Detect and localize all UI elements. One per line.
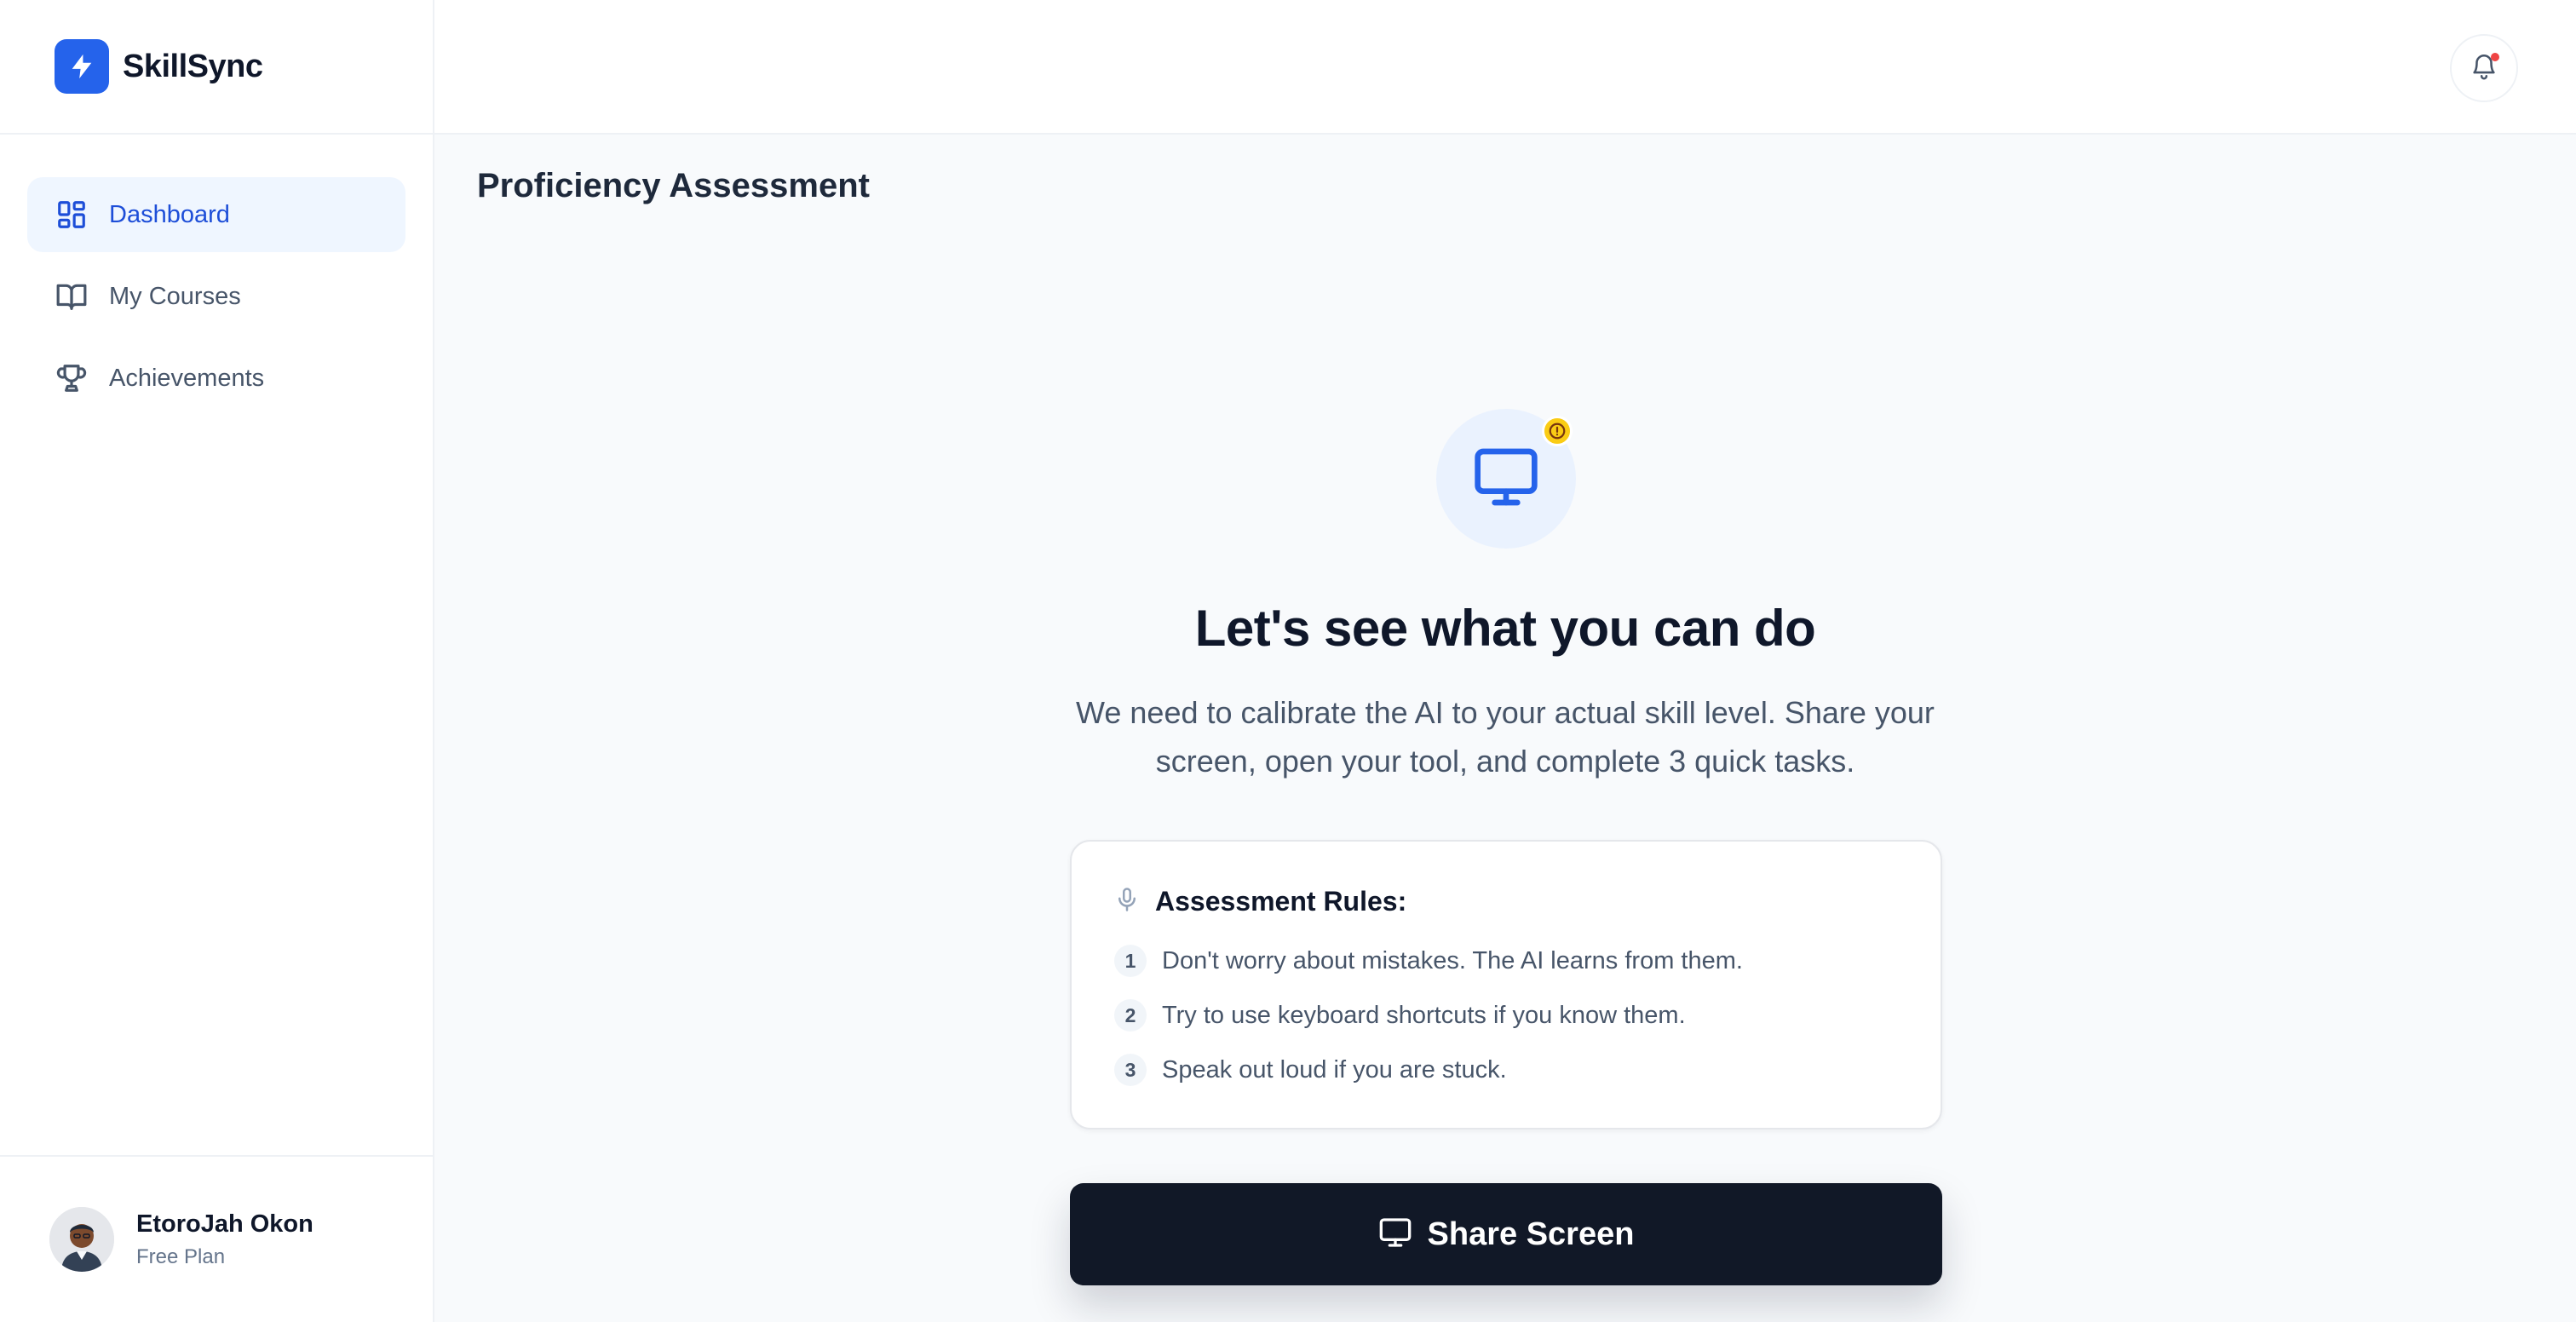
headline: Let's see what you can do bbox=[1194, 600, 1816, 657]
list-item: 1 Don't worry about mistakes. The AI lea… bbox=[1114, 944, 1743, 978]
share-screen-button[interactable]: Share Screen bbox=[1070, 1183, 1942, 1285]
app-root: SkillSync Dashboard My Courses Achieveme… bbox=[0, 0, 2576, 1322]
rules-list: 1 Don't worry about mistakes. The AI lea… bbox=[1114, 944, 1743, 1107]
main-content: Proficiency Assessment Let's see what yo… bbox=[434, 135, 2576, 1322]
rules-header: Assessment Rules: bbox=[1114, 886, 1406, 917]
sidebar-item-achievements[interactable]: Achievements bbox=[27, 341, 405, 416]
hero-icon-circle bbox=[1436, 409, 1576, 549]
sidebar-item-dashboard[interactable]: Dashboard bbox=[27, 177, 405, 252]
notifications-button[interactable] bbox=[2450, 34, 2518, 102]
rule-text: Speak out loud if you are stuck. bbox=[1162, 1055, 1507, 1083]
lightning-bolt-icon bbox=[55, 39, 109, 94]
rule-number: 3 bbox=[1114, 1054, 1147, 1086]
brand[interactable]: SkillSync bbox=[0, 0, 433, 135]
topbar bbox=[434, 0, 2576, 135]
subtext: We need to calibrate the AI to your actu… bbox=[1076, 695, 1935, 779]
user-name: EtoroJah Okon bbox=[136, 1210, 313, 1238]
sidebar-item-label: Dashboard bbox=[109, 200, 230, 228]
book-open-icon bbox=[55, 279, 89, 313]
list-item: 2 Try to use keyboard shortcuts if you k… bbox=[1114, 998, 1743, 1032]
user-plan: Free Plan bbox=[136, 1244, 226, 1268]
list-item: 3 Speak out loud if you are stuck. bbox=[1114, 1053, 1743, 1087]
notification-dot bbox=[2491, 53, 2499, 61]
sidebar-item-label: My Courses bbox=[109, 282, 241, 310]
rule-text: Don't worry about mistakes. The AI learn… bbox=[1162, 946, 1743, 974]
rule-text: Try to use keyboard shortcuts if you kno… bbox=[1162, 1001, 1686, 1029]
rule-number: 1 bbox=[1114, 945, 1147, 977]
rules-title: Assessment Rules: bbox=[1155, 886, 1407, 917]
sidebar-item-my-courses[interactable]: My Courses bbox=[27, 259, 405, 334]
monitor-icon bbox=[1378, 1216, 1412, 1254]
dashboard-grid-icon bbox=[55, 198, 89, 232]
monitor-icon bbox=[1472, 443, 1540, 515]
share-screen-label: Share Screen bbox=[1427, 1216, 1635, 1252]
brand-name: SkillSync bbox=[123, 48, 263, 84]
rule-number: 2 bbox=[1114, 999, 1147, 1032]
sidebar: SkillSync Dashboard My Courses Achieveme… bbox=[0, 0, 434, 1322]
sidebar-item-label: Achievements bbox=[109, 364, 265, 392]
page-title: Proficiency Assessment bbox=[477, 167, 870, 204]
user-profile[interactable]: EtoroJah Okon Free Plan bbox=[0, 1155, 433, 1322]
microphone-icon bbox=[1114, 887, 1140, 917]
sidebar-nav: Dashboard My Courses Achievements bbox=[0, 135, 433, 416]
avatar bbox=[49, 1207, 114, 1272]
alert-circle-icon bbox=[1542, 416, 1573, 446]
trophy-icon bbox=[55, 361, 89, 395]
user-info: EtoroJah Okon Free Plan bbox=[136, 1210, 313, 1269]
assessment-rules-card: Assessment Rules: 1 Don't worry about mi… bbox=[1070, 840, 1942, 1129]
